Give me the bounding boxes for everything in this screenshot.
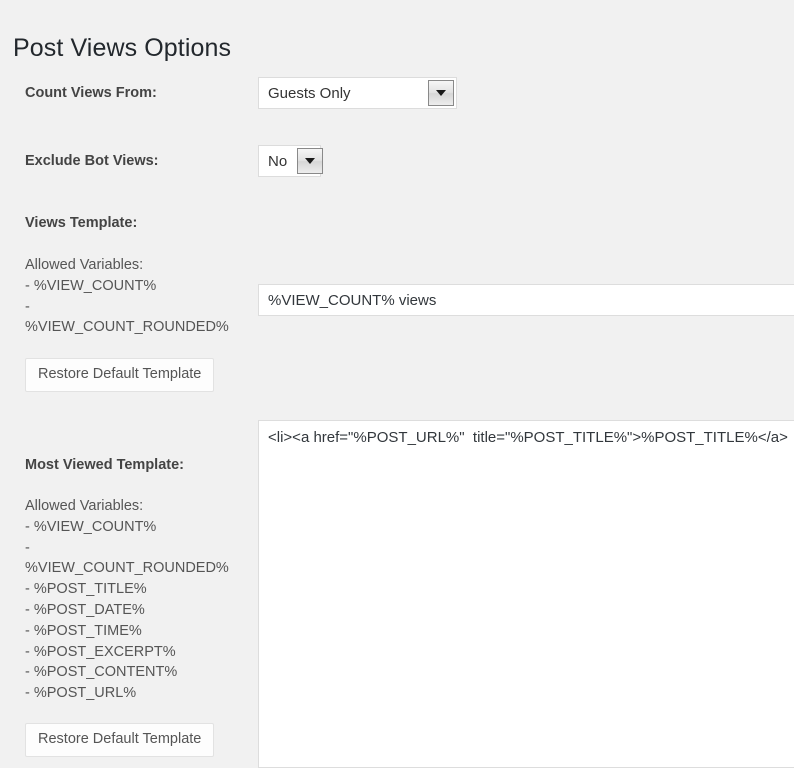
most-viewed-template-textarea[interactable]: <li><a href="%POST_URL%" title="%POST_TI… — [258, 420, 794, 768]
count-views-from-select[interactable]: Guests Only — [258, 77, 457, 109]
exclude-bot-views-select[interactable]: No — [258, 145, 324, 177]
allowed-variable-item: %VIEW_COUNT_ROUNDED% — [25, 560, 229, 577]
allowed-variable-item: - %POST_EXCERPT% — [25, 643, 176, 660]
views-template-input[interactable] — [258, 284, 794, 316]
exclude-bot-views-label: Exclude Bot Views: — [25, 153, 159, 169]
views-template-restore-button[interactable]: Restore Default Template — [25, 358, 215, 392]
exclude-bot-views-value: No — [259, 146, 298, 176]
allowed-variable-item: - %POST_CONTENT% — [25, 664, 178, 681]
most-viewed-template-allowed-variables: Allowed Variables: - %VIEW_COUNT% - %VIE… — [25, 496, 237, 704]
post-views-options-page: Post Views Options Count Views From: Gue… — [0, 0, 794, 768]
page-title: Post Views Options — [13, 33, 232, 62]
allowed-variable-item: - %POST_TIME% — [25, 622, 142, 639]
views-template-allowed-variables: Allowed Variables: - %VIEW_COUNT% - %VIE… — [25, 255, 237, 338]
allowed-variable-item: - %POST_TITLE% — [25, 581, 147, 598]
count-views-from-label: Count Views From: — [25, 85, 157, 101]
allowed-variables-heading: Allowed Variables: — [25, 257, 144, 273]
allowed-variables-heading: Allowed Variables: — [25, 498, 144, 514]
allowed-variable-item: %VIEW_COUNT_ROUNDED% — [25, 319, 229, 336]
allowed-variable-item: - — [25, 298, 30, 315]
allowed-variable-item: - %POST_URL% — [25, 685, 137, 702]
allowed-variable-item: - — [25, 539, 30, 556]
chevron-down-icon[interactable] — [428, 80, 454, 106]
most-viewed-template-label: Most Viewed Template: — [25, 457, 184, 473]
views-template-label: Views Template: — [25, 215, 138, 231]
most-viewed-template-restore-button[interactable]: Restore Default Template — [25, 723, 215, 757]
chevron-down-icon[interactable] — [297, 148, 324, 174]
count-views-from-value: Guests Only — [259, 78, 428, 108]
allowed-variable-item: - %POST_DATE% — [25, 601, 145, 618]
allowed-variable-item: - %VIEW_COUNT% — [25, 277, 157, 294]
allowed-variable-item: - %VIEW_COUNT% — [25, 518, 157, 535]
